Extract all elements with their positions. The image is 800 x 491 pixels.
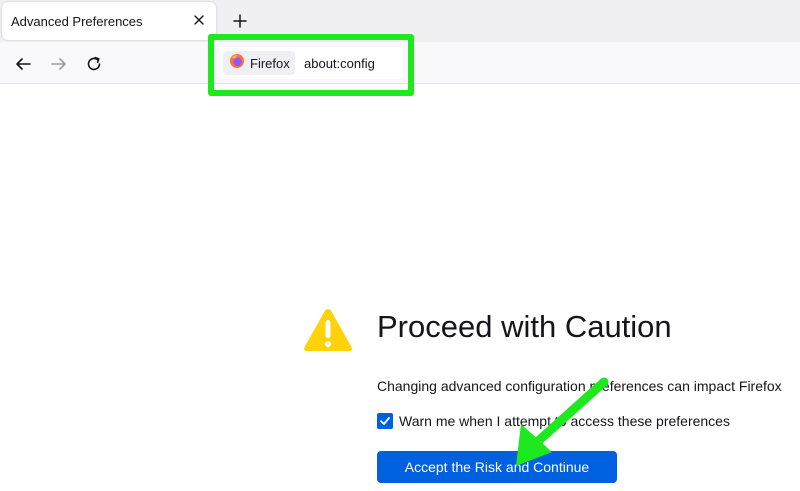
warn-checkbox-row[interactable]: Warn me when I attempt to access these p… — [377, 411, 730, 431]
warning-icon — [302, 306, 354, 354]
firefox-logo-icon — [229, 53, 245, 74]
identity-box[interactable]: Firefox — [223, 51, 295, 75]
checkmark-icon — [380, 417, 390, 425]
plus-icon[interactable] — [229, 10, 251, 32]
forward-arrow-icon[interactable] — [47, 52, 71, 76]
url-text[interactable]: about:config — [304, 56, 375, 71]
close-icon[interactable] — [190, 11, 208, 29]
tab-title: Advanced Preferences — [11, 14, 143, 29]
warning-description: Changing advanced configuration preferen… — [377, 378, 782, 394]
browser-window: Advanced Preferences Firefox about:confi… — [0, 0, 800, 491]
reload-icon[interactable] — [82, 52, 106, 76]
tab-advanced-preferences[interactable]: Advanced Preferences — [2, 2, 216, 40]
accept-risk-button[interactable]: Accept the Risk and Continue — [377, 451, 617, 483]
url-bar[interactable]: Firefox about:config — [219, 47, 403, 79]
warn-checkbox-label[interactable]: Warn me when I attempt to access these p… — [399, 413, 730, 429]
identity-label: Firefox — [250, 55, 290, 71]
page-title: Proceed with Caution — [377, 309, 672, 344]
warn-checkbox[interactable] — [377, 413, 393, 429]
back-arrow-icon[interactable] — [11, 52, 35, 76]
tab-strip: Advanced Preferences — [0, 0, 800, 42]
